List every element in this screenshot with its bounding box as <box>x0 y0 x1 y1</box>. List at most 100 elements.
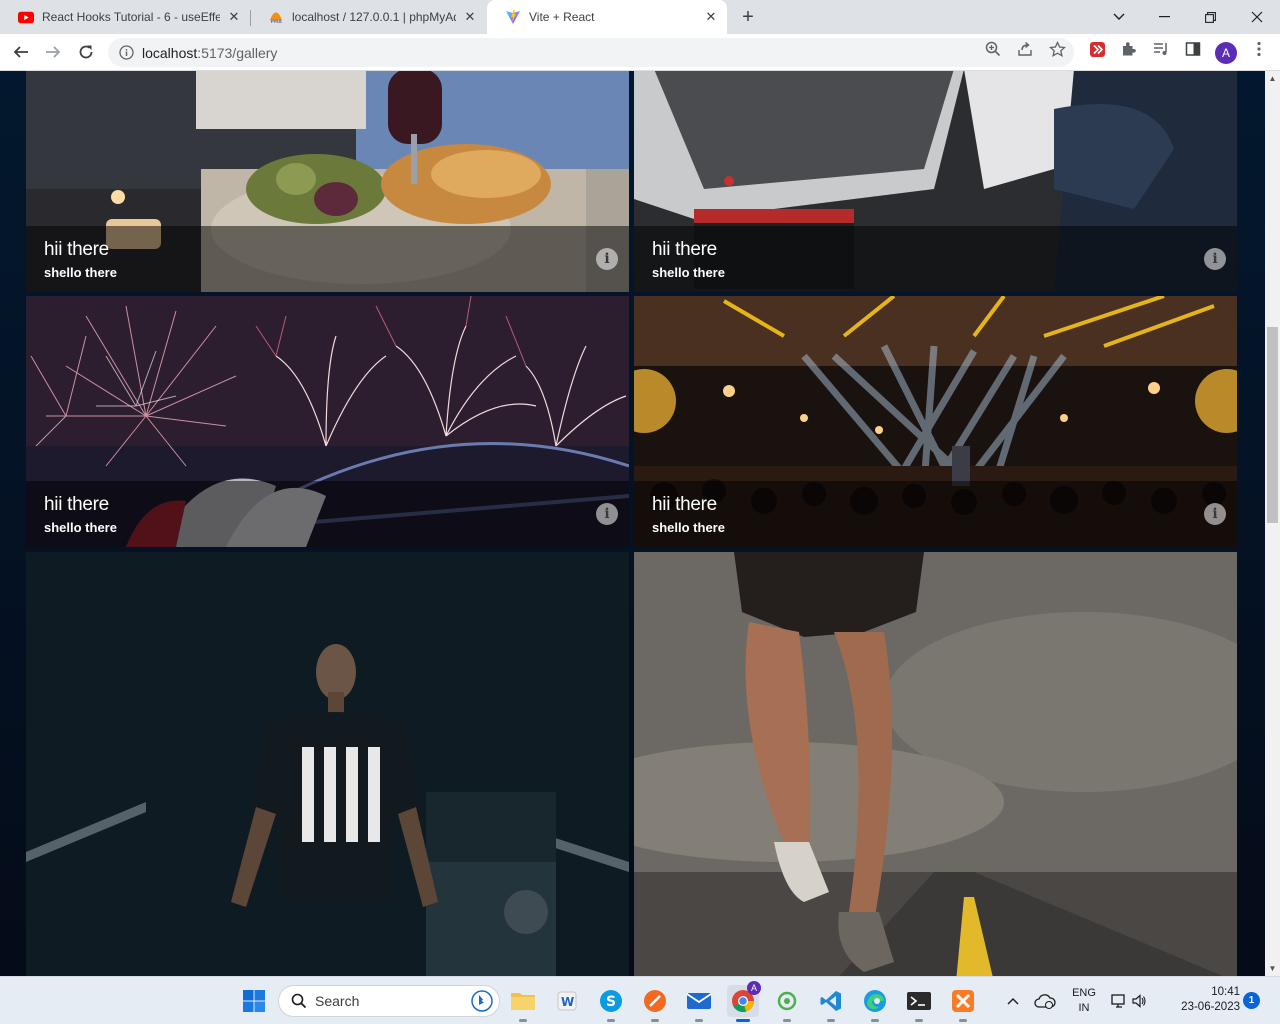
tile-subtitle: shello there <box>44 265 117 280</box>
bing-icon[interactable] <box>471 990 493 1012</box>
tile-caption: hii there shello there i <box>634 226 1237 292</box>
vite-icon <box>505 9 521 25</box>
network-icon <box>1111 994 1125 1008</box>
man-in-dark-photo <box>26 552 629 976</box>
gallery-tile[interactable] <box>26 552 629 976</box>
profile-avatar[interactable]: A <box>1215 42 1237 64</box>
gallery-tile[interactable]: hii there shello there i <box>26 296 629 547</box>
kebab-menu-icon[interactable] <box>1250 40 1268 58</box>
app-icon-blue-w[interactable]: W <box>551 985 583 1017</box>
tab-vite-react[interactable]: Vite + React ✕ <box>487 0 727 34</box>
tab-title: Vite + React <box>529 10 595 24</box>
close-window-button[interactable] <box>1234 0 1280 34</box>
tab-title: localhost / 127.0.0.1 | phpMyAdm <box>292 10 456 24</box>
language-code: ENG <box>1072 987 1096 999</box>
new-tab-button[interactable]: + <box>736 5 760 29</box>
taskbar-search[interactable]: Search <box>278 985 500 1017</box>
close-icon[interactable]: ✕ <box>462 9 478 25</box>
arrow-right-icon <box>46 46 61 58</box>
tile-subtitle: shello there <box>652 520 725 535</box>
share-icon[interactable] <box>1016 40 1034 58</box>
side-panel-icon[interactable] <box>1184 40 1202 58</box>
clock-time: 10:41 <box>1211 986 1240 998</box>
svg-text:S: S <box>606 994 616 1010</box>
minimize-button[interactable] <box>1141 0 1187 34</box>
chrome-profile-badge: A <box>747 981 761 995</box>
minimize-icon <box>1158 16 1170 18</box>
page-scrollbar[interactable]: ▲ ▼ <box>1265 71 1280 976</box>
mail-icon[interactable] <box>683 985 715 1022</box>
start-button[interactable] <box>238 985 270 1017</box>
scroll-down-icon[interactable]: ▼ <box>1265 961 1280 976</box>
info-icon[interactable]: i <box>596 248 618 270</box>
edge-icon[interactable] <box>859 985 891 1022</box>
scroll-up-icon[interactable]: ▲ <box>1265 71 1280 86</box>
tile-caption: hii there shello there i <box>634 481 1237 547</box>
tray-overflow-button[interactable] <box>1000 985 1026 1017</box>
notification-badge[interactable]: 1 <box>1243 992 1260 1009</box>
back-button[interactable] <box>7 38 35 66</box>
network-sound-tray[interactable] <box>1108 985 1150 1017</box>
close-icon[interactable]: ✕ <box>703 9 719 25</box>
onedrive-icon[interactable] <box>1031 985 1059 1017</box>
tile-title: hii there <box>44 494 109 515</box>
reload-button[interactable] <box>72 38 100 66</box>
bookmark-star-icon[interactable] <box>1048 40 1066 58</box>
tile-subtitle: shello there <box>652 265 725 280</box>
tile-caption: hii there shello there i <box>26 481 629 547</box>
tab-phpmyadmin[interactable]: PMA localhost / 127.0.0.1 | phpMyAdm ✕ <box>250 0 486 34</box>
tab-youtube[interactable]: React Hooks Tutorial - 6 - useEffe ✕ <box>0 0 250 34</box>
chevron-up-icon <box>1007 998 1019 1005</box>
svg-text:W: W <box>561 995 574 1009</box>
tile-title: hii there <box>652 494 717 515</box>
skype-icon[interactable]: S <box>595 985 627 1022</box>
browser-toolbar: localhost:5173/gallery A <box>0 34 1280 71</box>
terminal-icon[interactable] <box>903 985 935 1022</box>
chevron-down-icon <box>1113 13 1125 20</box>
address-bar[interactable]: localhost:5173/gallery <box>108 38 1074 67</box>
vscode-icon[interactable] <box>815 985 847 1022</box>
search-label: Search <box>315 993 360 1009</box>
volume-icon <box>1132 994 1146 1008</box>
close-icon <box>1251 11 1263 23</box>
url-host: localhost <box>142 44 198 61</box>
language-indicator[interactable]: ENG IN <box>1066 986 1102 1016</box>
zoom-icon[interactable] <box>984 40 1002 58</box>
gallery-tile[interactable]: hii there shello there i <box>634 296 1237 547</box>
gallery-tile[interactable]: hii there shello there i <box>634 71 1237 292</box>
scrollbar-thumb[interactable] <box>1267 327 1278 523</box>
tile-title: hii there <box>652 239 717 260</box>
site-info-icon[interactable] <box>118 45 134 61</box>
page-viewport: hii there shello there i hii there shell… <box>0 71 1265 976</box>
phpmyadmin-icon: PMA <box>268 9 284 25</box>
chrome-icon[interactable]: A <box>727 981 761 1022</box>
gallery-tile[interactable] <box>634 552 1237 976</box>
close-icon[interactable]: ✕ <box>226 9 242 25</box>
tile-caption: hii there shello there i <box>26 226 629 292</box>
url-text: localhost:5173/gallery <box>142 45 277 61</box>
green-app-icon[interactable] <box>771 985 803 1022</box>
orange-app-icon[interactable] <box>639 985 671 1022</box>
extension-red-icon[interactable] <box>1088 40 1106 58</box>
file-explorer-icon[interactable] <box>507 985 539 1022</box>
gallery-tile[interactable]: hii there shello there i <box>26 71 629 292</box>
forward-button[interactable] <box>39 38 67 66</box>
tile-title: hii there <box>44 239 109 260</box>
restore-icon <box>1204 11 1216 23</box>
tab-search-button[interactable] <box>1096 0 1142 34</box>
youtube-icon <box>18 9 34 25</box>
clock-date: 23-06-2023 <box>1181 1001 1240 1013</box>
windows-taskbar: Search W S A ENG IN 10:41 23-06-2023 1 <box>0 976 1280 1024</box>
region-code: IN <box>1078 1002 1090 1014</box>
reload-icon <box>79 45 93 59</box>
clock[interactable]: 10:41 23-06-2023 <box>1162 985 1240 1015</box>
info-icon[interactable]: i <box>1204 248 1226 270</box>
media-control-icon[interactable] <box>1152 40 1170 58</box>
restore-button[interactable] <box>1187 0 1233 34</box>
info-icon[interactable]: i <box>596 503 618 525</box>
arrow-left-icon <box>13 46 28 58</box>
extensions-puzzle-icon[interactable] <box>1120 40 1138 58</box>
info-icon[interactable]: i <box>1204 503 1226 525</box>
svg-text:PMA: PMA <box>271 19 283 25</box>
xampp-icon[interactable] <box>947 985 979 1022</box>
